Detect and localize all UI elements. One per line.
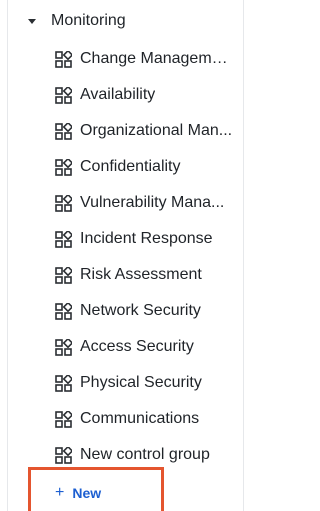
control-group-label: Network Security xyxy=(80,302,201,319)
section-monitoring[interactable]: Monitoring xyxy=(28,8,126,34)
control-group-item[interactable]: Access Security xyxy=(55,329,233,365)
control-group-icon xyxy=(55,338,72,356)
control-group-icon xyxy=(55,122,72,140)
control-group-item[interactable]: Risk Assessment xyxy=(55,257,233,293)
caret-down-icon[interactable] xyxy=(28,19,36,24)
control-group-item[interactable]: Organizational Man... xyxy=(55,113,233,149)
control-group-item[interactable]: Physical Security xyxy=(55,365,233,401)
new-button[interactable]: + New xyxy=(55,480,101,506)
new-button-label: New xyxy=(72,485,102,501)
control-group-label: Organizational Man... xyxy=(80,122,233,139)
right-divider xyxy=(243,0,244,511)
control-group-label: Incident Response xyxy=(80,230,213,247)
control-group-icon xyxy=(55,194,72,212)
section-title: Monitoring xyxy=(51,12,126,29)
control-group-item[interactable]: Incident Response xyxy=(55,221,233,257)
control-group-label: Communications xyxy=(80,410,200,427)
control-group-label: Change Manageme... xyxy=(80,50,233,67)
control-group-icon xyxy=(55,86,72,104)
control-group-item[interactable]: Confidentiality xyxy=(55,149,233,185)
navigation-panel: Monitoring Change Manageme... Availabili… xyxy=(0,0,251,511)
control-group-label: Physical Security xyxy=(80,374,202,391)
control-group-item[interactable]: Communications xyxy=(55,401,233,437)
control-group-icon xyxy=(55,50,72,68)
control-group-label: Confidentiality xyxy=(80,158,181,175)
control-group-icon xyxy=(55,230,72,248)
control-group-label: Vulnerability Mana... xyxy=(80,194,225,211)
control-group-item[interactable]: Network Security xyxy=(55,293,233,329)
control-group-label: Risk Assessment xyxy=(80,266,202,283)
control-group-item[interactable]: Vulnerability Mana... xyxy=(55,185,233,221)
control-group-item[interactable]: Change Manageme... xyxy=(55,41,233,77)
control-group-label: Availability xyxy=(80,86,156,103)
control-group-icon xyxy=(55,266,72,284)
control-group-label: Access Security xyxy=(80,338,194,355)
left-divider xyxy=(7,0,8,511)
control-group-icon xyxy=(55,446,72,464)
control-group-label: New control group xyxy=(80,446,210,463)
control-group-icon xyxy=(55,302,72,320)
control-group-icon xyxy=(55,410,72,428)
plus-icon: + xyxy=(55,484,65,501)
control-group-icon xyxy=(55,374,72,392)
control-group-icon xyxy=(55,158,72,176)
control-group-item[interactable]: Availability xyxy=(55,77,233,113)
